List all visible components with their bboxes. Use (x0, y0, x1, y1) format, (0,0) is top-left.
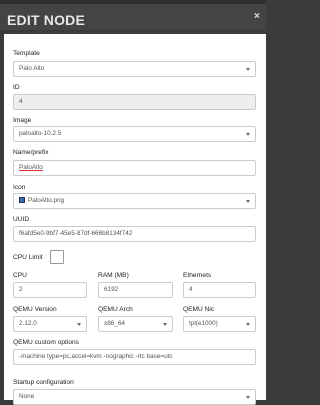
ram-label: RAM (MB) (98, 272, 129, 279)
qemu-arch-label: QEMU Arch (98, 306, 133, 313)
node-image-icon (19, 197, 25, 203)
icon-value: PaloAlto.png (28, 197, 65, 204)
template-select[interactable]: Palo Alto (13, 61, 256, 77)
startup-config-value: None (19, 393, 35, 400)
qemu-nic-select[interactable]: tpl(e1000) (183, 316, 256, 332)
ethernets-label: Ethernets (183, 272, 212, 279)
close-icon[interactable]: × (254, 11, 260, 22)
uuid-value: f6afd5e0-9bf7-45e5-87df-666b8134f742 (19, 230, 133, 237)
qemu-version-label: QEMU Version (13, 306, 57, 313)
chevron-down-icon (246, 133, 250, 136)
id-label: ID (13, 84, 20, 91)
image-value: paloalto-10.2.5 (19, 130, 62, 137)
startup-config-label: Startup configuration (13, 379, 74, 386)
qemu-nic-label: QEMU Nic (183, 306, 215, 313)
qemu-version-value: 2.12.0 (19, 320, 37, 327)
chevron-down-icon (246, 396, 250, 399)
id-field: 4 (13, 94, 256, 110)
qemu-nic-value: tpl(e1000) (189, 320, 218, 327)
id-value: 4 (19, 98, 23, 105)
qemu-options-input[interactable]: -machine type=pc,accel=kvm -nographic -r… (13, 349, 256, 365)
cpu-value: 2 (19, 286, 23, 293)
name-value: PaloAlto (19, 164, 43, 171)
image-label: Image (13, 117, 32, 124)
edit-node-form: Template Palo Alto ID 4 Image paloalto-1… (4, 34, 266, 405)
template-value: Palo Alto (19, 65, 45, 72)
ram-value: 6192 (104, 286, 119, 293)
image-select[interactable]: paloalto-10.2.5 (13, 126, 256, 142)
chevron-down-icon (246, 200, 250, 203)
name-input[interactable]: PaloAlto (13, 160, 256, 176)
chevron-down-icon (77, 323, 81, 326)
chevron-down-icon (163, 323, 167, 326)
uuid-label: UUID (13, 216, 30, 223)
qemu-options-label: QEMU custom options (13, 339, 79, 346)
name-label: Name/prefix (13, 149, 49, 156)
uuid-input[interactable]: f6afd5e0-9bf7-45e5-87df-666b8134f742 (13, 226, 256, 242)
template-label: Template (13, 50, 40, 57)
chevron-down-icon (246, 68, 250, 71)
ethernets-input[interactable]: 4 (183, 282, 256, 298)
qemu-version-select[interactable]: 2.12.0 (13, 316, 87, 332)
cpu-input[interactable]: 2 (13, 282, 87, 298)
qemu-arch-value: x86_64 (104, 320, 125, 327)
cpu-label: CPU (13, 272, 27, 279)
modal-title: EDIT NODE (7, 12, 86, 28)
startup-config-select[interactable]: None (13, 389, 256, 405)
ram-input[interactable]: 6192 (98, 282, 173, 298)
modal-header: EDIT NODE × (0, 4, 266, 30)
icon-select[interactable]: PaloAlto.png (13, 193, 256, 209)
qemu-options-value: -machine type=pc,accel=kvm -nographic -r… (19, 353, 173, 360)
ethernets-value: 4 (189, 286, 193, 293)
cpu-limit-checkbox[interactable] (50, 250, 64, 264)
cpu-limit-label: CPU Limit (13, 254, 43, 261)
qemu-arch-select[interactable]: x86_64 (98, 316, 173, 332)
chevron-down-icon (246, 323, 250, 326)
icon-label: Icon (13, 184, 26, 191)
